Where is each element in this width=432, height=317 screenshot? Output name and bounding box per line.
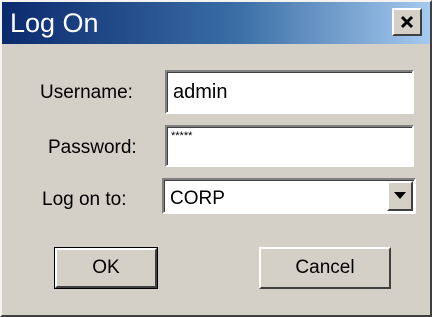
cancel-button[interactable]: Cancel — [259, 247, 391, 289]
chevron-down-icon — [394, 192, 406, 199]
username-label: Username: — [40, 82, 133, 103]
ok-button[interactable]: OK — [54, 247, 158, 289]
username-input[interactable] — [173, 72, 403, 112]
username-field[interactable] — [165, 70, 414, 114]
title-bar[interactable]: Log On — [2, 2, 430, 44]
password-mask: ***** — [171, 130, 193, 142]
window-title: Log On — [10, 8, 99, 38]
logon-to-value: CORP — [170, 188, 225, 209]
close-icon — [400, 15, 414, 29]
dropdown-button[interactable] — [387, 181, 413, 211]
password-label: Password: — [48, 137, 137, 158]
close-button[interactable] — [392, 8, 422, 36]
logon-to-label: Log on to: — [42, 189, 127, 210]
logon-to-select[interactable]: CORP — [162, 178, 416, 214]
logon-dialog: Log On Username: Password: ***** Log on … — [0, 0, 432, 317]
password-field[interactable]: ***** — [165, 125, 414, 167]
